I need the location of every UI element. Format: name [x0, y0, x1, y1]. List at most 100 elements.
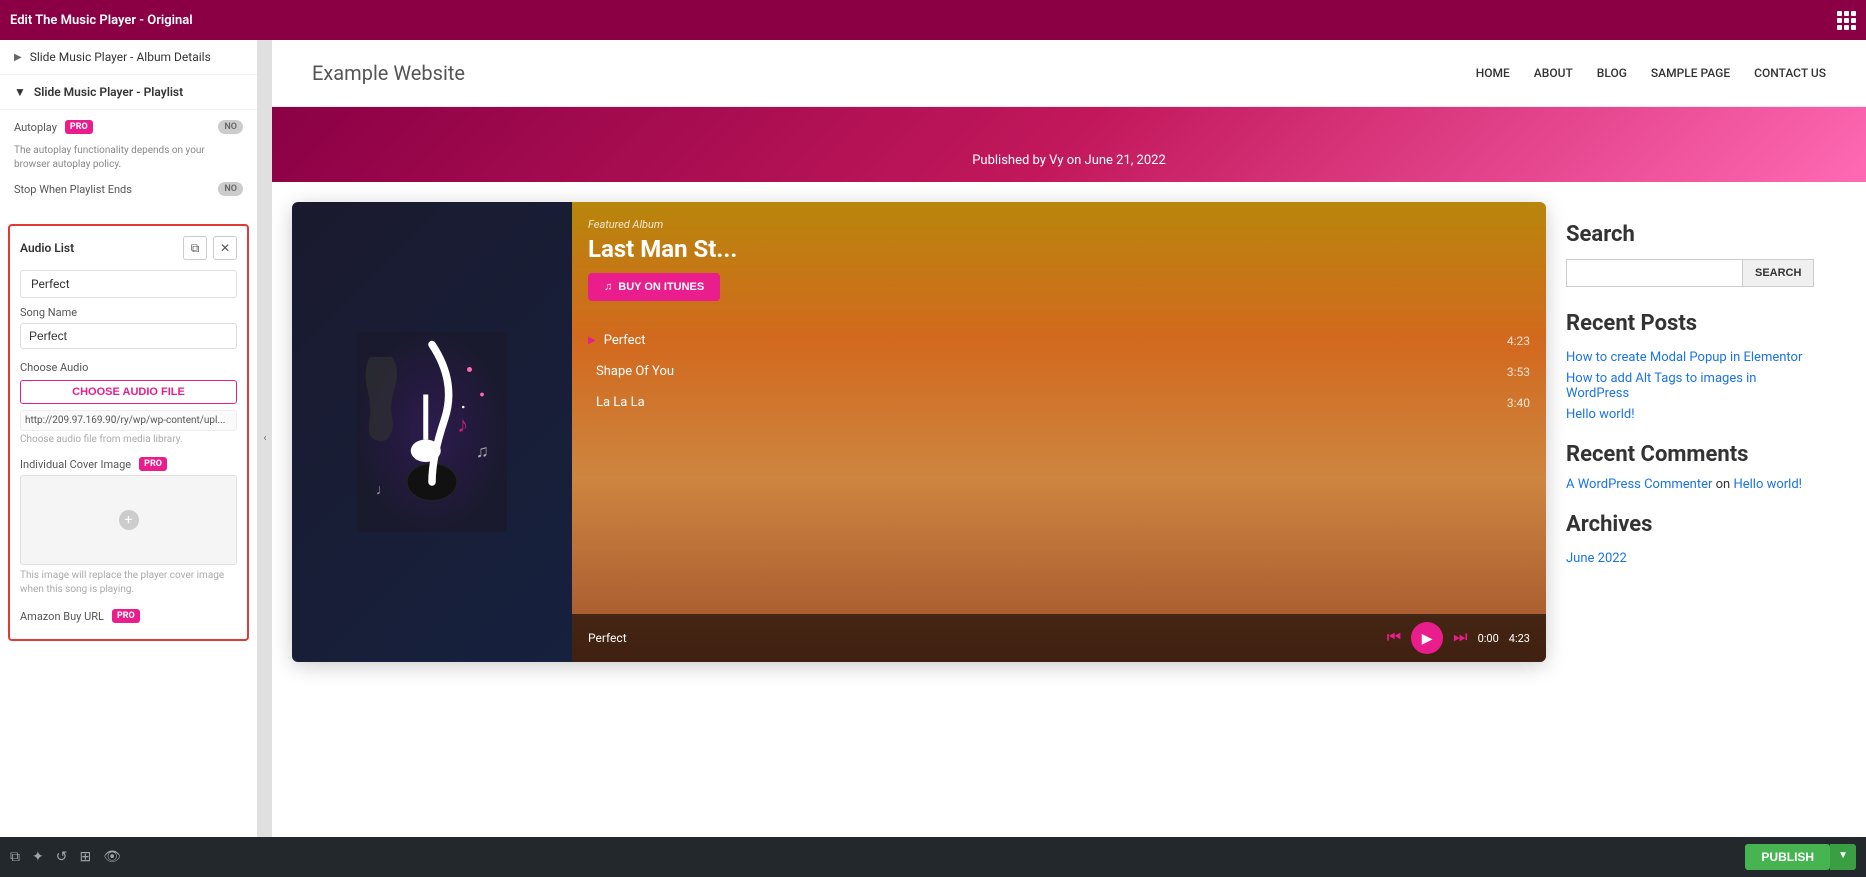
playlist-item-0[interactable]: ▶ Perfect 4:23 [572, 325, 1546, 356]
recent-comments-title: Recent Comments [1566, 442, 1806, 467]
search-input[interactable] [1566, 259, 1743, 287]
album-art: ♪ ♫ ♩ [292, 202, 572, 662]
cover-hint: This image will replace the player cover… [20, 569, 237, 597]
chevron-down-icon: ▼ [14, 85, 26, 99]
panel-content: Autoplay PRO NO The autoplay functionali… [0, 110, 257, 216]
layers-icon[interactable]: ⧉ [10, 849, 20, 865]
recent-post-2[interactable]: Hello world! [1566, 407, 1806, 422]
cover-image-label: Individual Cover Image PRO [20, 457, 237, 471]
grid-icon[interactable] [1837, 11, 1856, 30]
sidebar-item-album-details[interactable]: ▶ Slide Music Player - Album Details [0, 40, 257, 75]
music-player: ♪ ♫ ♩ Featured Album Last Man St... ♫ BU… [292, 202, 1546, 662]
prev-button[interactable]: ⏮ [1387, 629, 1401, 647]
recent-post-0[interactable]: How to create Modal Popup in Elementor [1566, 350, 1806, 365]
cover-image-pro-badge: PRO [139, 457, 167, 471]
commenter-link[interactable]: A WordPress Commenter [1566, 477, 1712, 492]
top-bar-title: Edit The Music Player - Original [10, 13, 1829, 28]
recent-post-1[interactable]: How to add Alt Tags to images in WordPre… [1566, 371, 1806, 401]
archive-june-2022[interactable]: June 2022 [1566, 551, 1627, 566]
cover-image-box[interactable]: + [20, 475, 237, 565]
duration-2: 3:40 [1507, 396, 1530, 410]
audio-item-label: Perfect [31, 277, 70, 291]
nav-blog[interactable]: BLOG [1597, 66, 1627, 80]
audio-list-header: Audio List ⧉ ✕ [20, 236, 237, 260]
collapse-handle[interactable]: ‹ [258, 40, 272, 837]
comment-on: on [1716, 477, 1731, 492]
autoplay-pro-badge: PRO [65, 120, 93, 134]
music-note-svg: ♪ ♫ ♩ [352, 332, 512, 532]
gradient-header: Published by Vy on June 21, 2022 [272, 107, 1866, 182]
search-widget: Search SEARCH [1566, 222, 1806, 287]
nav-sample-page[interactable]: SAMPLE PAGE [1651, 66, 1730, 80]
search-button[interactable]: SEARCH [1743, 259, 1814, 287]
autoplay-description: The autoplay functionality depends on yo… [14, 144, 243, 172]
eye-icon[interactable]: 👁 [103, 849, 121, 865]
player-left: ♪ ♫ ♩ [292, 202, 572, 662]
top-bar: Edit The Music Player - Original [0, 0, 1866, 40]
amazon-pro-badge: PRO [112, 609, 140, 623]
amazon-row: Amazon Buy URL PRO [20, 609, 237, 623]
autoplay-label: Autoplay [14, 121, 57, 134]
stop-playlist-row: Stop When Playlist Ends NO [14, 182, 243, 196]
history-icon[interactable]: ↺ [56, 849, 68, 865]
published-by: Published by Vy on June 21, 2022 [972, 153, 1166, 168]
publish-wrapper: PUBLISH ▼ [1745, 844, 1856, 870]
autoplay-row: Autoplay PRO NO [14, 120, 243, 134]
album-title: Last Man St... [572, 235, 1546, 273]
duplicate-button[interactable]: ⧉ [183, 236, 207, 260]
recent-posts-widget: Recent Posts How to create Modal Popup i… [1566, 311, 1806, 422]
next-button[interactable]: ⏭ [1453, 629, 1467, 647]
audio-list-section: Audio List ⧉ ✕ Perfect Song Name Choose … [8, 224, 249, 641]
publish-button[interactable]: PUBLISH [1745, 844, 1830, 870]
audio-list-title: Audio List [20, 241, 74, 255]
autoplay-toggle[interactable]: NO [218, 120, 243, 134]
play-pause-button[interactable]: ▶ [1411, 622, 1443, 654]
sidebar: ▶ Slide Music Player - Album Details ▼ S… [0, 40, 258, 837]
song-name-group: Song Name [20, 306, 237, 349]
choose-audio-button[interactable]: CHOOSE AUDIO FILE [20, 380, 237, 404]
song-name-1: Shape Of You [596, 364, 1507, 379]
choose-audio-label: Choose Audio [20, 361, 237, 374]
playlist-item-1[interactable]: Shape Of You 3:53 [572, 356, 1546, 387]
song-name-label: Song Name [20, 306, 237, 319]
ctrl-song-name: Perfect [588, 631, 1377, 645]
sidebar-item-playlist-label: Slide Music Player - Playlist [34, 85, 183, 99]
choose-audio-group: Choose Audio CHOOSE AUDIO FILE http://20… [20, 361, 237, 445]
song-name-input[interactable] [20, 323, 237, 349]
svg-text:♫: ♫ [476, 442, 489, 462]
current-time: 0:00 [1478, 632, 1499, 645]
search-title: Search [1566, 222, 1806, 247]
playlist: ▶ Perfect 4:23 Shape Of You 3:53 [572, 317, 1546, 426]
duration-1: 3:53 [1507, 365, 1530, 379]
nav-icon[interactable]: ⊞ [79, 849, 91, 865]
plus-icon: + [119, 510, 139, 530]
svg-text:♩: ♩ [376, 481, 391, 499]
song-name-0: Perfect [604, 333, 1507, 348]
comment-text: A WordPress Commenter on Hello world! [1566, 477, 1806, 492]
right-sidebar: Search SEARCH Recent Posts How to create… [1566, 202, 1846, 662]
playlist-item-2[interactable]: La La La 3:40 [572, 387, 1546, 418]
publish-arrow[interactable]: ▼ [1830, 844, 1856, 870]
svg-text:♪: ♪ [457, 412, 468, 438]
website-nav: HOME ABOUT BLOG SAMPLE PAGE CONTACT US [1476, 66, 1826, 80]
sidebar-item-playlist[interactable]: ▼ Slide Music Player - Playlist [0, 75, 257, 110]
close-button[interactable]: ✕ [213, 236, 237, 260]
music-icon: ♫ [604, 281, 612, 293]
nav-home[interactable]: HOME [1476, 66, 1510, 80]
recent-comments-widget: Recent Comments A WordPress Commenter on… [1566, 442, 1806, 492]
buy-itunes-button[interactable]: ♫ BUY ON ITUNES [588, 273, 720, 301]
nav-about[interactable]: ABOUT [1534, 66, 1573, 80]
amazon-label: Amazon Buy URL [20, 610, 104, 623]
commented-post-link[interactable]: Hello world! [1733, 477, 1802, 492]
chevron-right-icon: ▶ [14, 52, 22, 63]
archives-widget: Archives June 2022 [1566, 512, 1806, 566]
nav-contact-us[interactable]: CONTACT US [1754, 66, 1826, 80]
content-area: ♪ ♫ ♩ Featured Album Last Man St... ♫ BU… [272, 182, 1866, 662]
audio-item-bar[interactable]: Perfect [20, 270, 237, 298]
sidebar-item-album-label: Slide Music Player - Album Details [30, 50, 211, 64]
stop-playlist-toggle[interactable]: NO [218, 182, 243, 196]
brush-icon[interactable]: ✦ [32, 849, 44, 865]
archives-title: Archives [1566, 512, 1806, 537]
audio-url-display: http://209.97.169.90/ry/wp/wp-content/up… [20, 410, 237, 431]
featured-album-label: Featured Album [572, 202, 1546, 235]
